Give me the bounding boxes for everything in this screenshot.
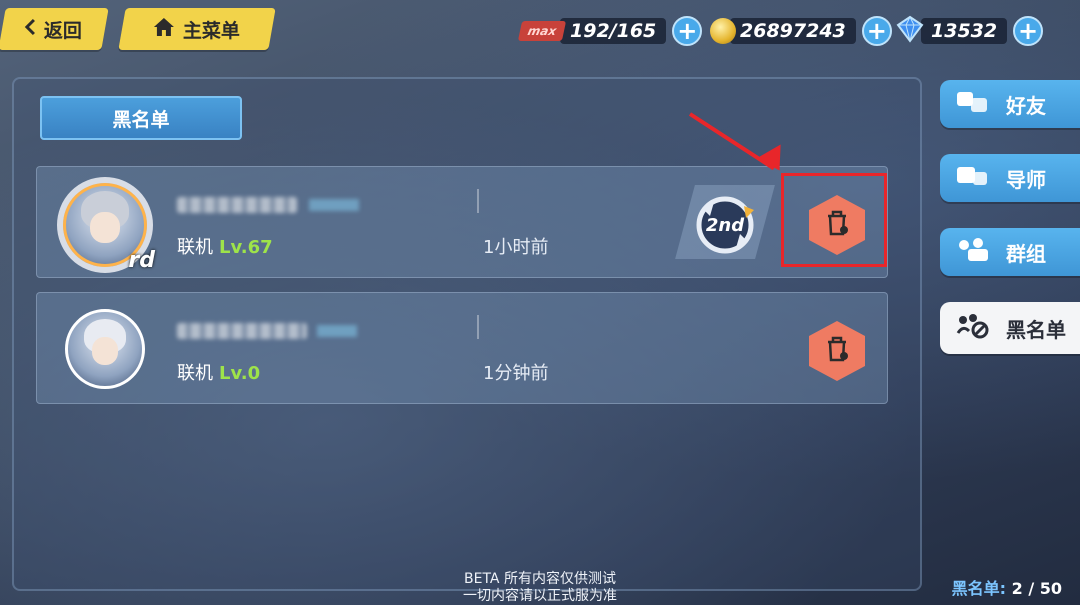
trash-icon	[824, 335, 850, 367]
last-online-time: 1小时前	[483, 237, 549, 258]
main-menu-label: 主菜单	[183, 19, 241, 42]
mentor-icon	[956, 163, 990, 194]
player-level-redacted	[309, 199, 359, 211]
remove-from-blacklist-button[interactable]	[809, 321, 865, 381]
chevron-left-icon	[24, 18, 36, 41]
add-stamina-button[interactable]: +	[672, 16, 703, 46]
tab-mentor-label: 导师	[1006, 167, 1046, 192]
stamina-value: 192/165	[570, 20, 657, 42]
rank-badge-text: 2nd	[705, 214, 745, 236]
player-avatar[interactable]: rd	[57, 177, 155, 273]
tab-friends[interactable]: 好友	[940, 80, 1080, 128]
player-avatar[interactable]	[65, 309, 145, 389]
home-icon	[153, 17, 175, 42]
coin-icon	[710, 18, 736, 44]
blacklist-count-label: 黑名单:	[951, 579, 1007, 598]
player-status: 联机 Lv.0	[177, 359, 260, 385]
blacklist-icon	[956, 313, 990, 344]
player-level: Lv.67	[219, 237, 273, 258]
add-crystal-button[interactable]: +	[1013, 16, 1044, 46]
avatar-face	[91, 337, 119, 366]
row-divider	[477, 315, 479, 339]
panel-title: 黑名单	[112, 108, 170, 131]
beta-notice-line2: 一切内容请以正式服为准	[463, 588, 617, 604]
tab-group-label: 群组	[1006, 241, 1046, 266]
crystal-icon	[895, 15, 925, 47]
player-status: 联机 Lv.67	[177, 233, 273, 259]
rank-badge-icon: 2nd	[685, 185, 765, 265]
annotation-highlight-box	[781, 173, 887, 267]
row-divider	[477, 189, 479, 213]
status-text: 联机	[177, 237, 213, 258]
player-name-redacted	[177, 323, 307, 339]
stamina-resource: max 192/165 +	[517, 14, 703, 48]
main-menu-button[interactable]: 主菜单	[118, 8, 276, 50]
tab-blacklist-label: 黑名单	[1006, 317, 1066, 342]
crystal-resource: 13532 +	[895, 14, 1044, 48]
avatar-rank-tag: rd	[128, 248, 155, 273]
player-level-redacted	[317, 325, 357, 337]
blacklist-count-value: 2 / 50	[1011, 579, 1062, 598]
panel-title-tab: 黑名单	[40, 96, 242, 140]
stamina-icon: max	[517, 21, 567, 41]
group-icon	[956, 237, 990, 268]
last-online-time: 1分钟前	[483, 363, 549, 384]
player-name-redacted	[177, 197, 297, 213]
tab-blacklist[interactable]: 黑名单	[940, 302, 1080, 354]
blacklist-row: 联机 Lv.0 1分钟前	[36, 292, 888, 404]
back-button[interactable]: 返回	[0, 8, 109, 50]
blacklist-count: 黑名单: 2 / 50	[952, 575, 1062, 599]
avatar-face	[89, 211, 121, 244]
coin-resource: 26897243 +	[710, 14, 892, 48]
status-text: 联机	[177, 363, 213, 384]
add-coin-button[interactable]: +	[861, 16, 892, 46]
friends-icon	[956, 90, 990, 119]
player-level: Lv.0	[219, 363, 261, 384]
crystal-value: 13532	[931, 20, 998, 42]
coin-value: 26897243	[740, 20, 846, 42]
back-label: 返回	[44, 19, 83, 42]
tab-group[interactable]: 群组	[940, 228, 1080, 276]
blacklist-row: rd 联机 Lv.67 1小时前 2nd	[36, 166, 888, 278]
tab-mentor[interactable]: 导师	[940, 154, 1080, 202]
beta-notice-line1: BETA 所有内容仅供测试	[464, 571, 616, 587]
tab-friends-label: 好友	[1006, 93, 1046, 118]
